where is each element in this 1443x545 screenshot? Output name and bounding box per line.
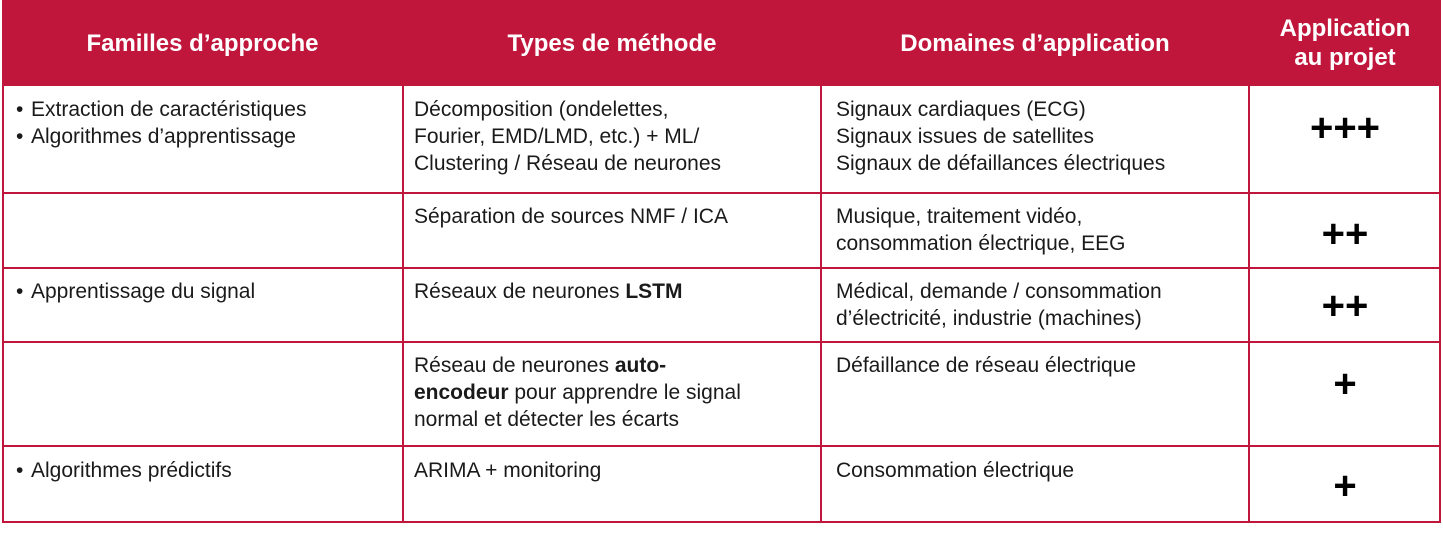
text-line: Signaux de défaillances électriques xyxy=(836,152,1166,175)
text-line: Signaux cardiaques (ECG) xyxy=(836,98,1086,121)
text-line: Signaux issues de satellites xyxy=(836,125,1094,148)
divider-col1 xyxy=(402,86,404,523)
text-fragment: Réseau de neurones xyxy=(414,354,615,377)
text-line: Musique, traitement vidéo, xyxy=(836,205,1083,228)
header-application-line1: Application xyxy=(1279,15,1411,42)
text-line: Clustering / Réseau de neurones xyxy=(414,152,722,175)
text-fragment: pour apprendre le signal xyxy=(508,381,741,404)
row5-methode: ARIMA + monitoring xyxy=(414,457,601,484)
text-line: Réseau de neurones auto- xyxy=(414,352,741,379)
bold-term: auto- xyxy=(614,354,667,377)
row5-familles: Algorithmes prédictifs xyxy=(16,457,232,484)
text-line: consommation électrique, EEG xyxy=(836,232,1126,255)
text-line: normal et détecter les écarts xyxy=(414,408,679,431)
header-application: Application au projet xyxy=(1249,0,1441,86)
border-bottom xyxy=(2,521,1441,523)
text-fragment: Réseaux de neurones xyxy=(414,280,626,303)
row1-methode: Décomposition (ondelettes, Fourier, EMD/… xyxy=(414,96,721,177)
row-divider-2 xyxy=(2,267,1441,269)
row4-methode: Réseau de neurones auto- encodeur pour a… xyxy=(414,352,741,433)
list-item: Apprentissage du signal xyxy=(16,278,255,305)
row3-familles: Apprentissage du signal xyxy=(16,278,255,305)
text-line: Fourier, EMD/LMD, etc.) + ML/ xyxy=(414,125,700,148)
text-line: Décomposition (ondelettes, xyxy=(414,98,669,121)
text-line: Réseaux de neurones LSTM xyxy=(414,278,682,305)
list-item: Algorithmes prédictifs xyxy=(16,457,232,484)
text-line: Médical, demande / consommation xyxy=(836,280,1162,303)
row1-domaines: Signaux cardiaques (ECG) Signaux issues … xyxy=(836,96,1165,177)
row5-rating: + xyxy=(1333,464,1357,508)
header-application-line2: au projet xyxy=(1294,44,1396,71)
row3-rating: ++ xyxy=(1321,284,1369,328)
row-divider-3 xyxy=(2,341,1441,343)
row3-methode: Réseaux de neurones LSTM xyxy=(414,278,682,305)
row1-rating: +++ xyxy=(1309,106,1381,150)
text-line: Séparation de sources NMF / ICA xyxy=(414,205,728,228)
text-line: encodeur pour apprendre le signal xyxy=(414,379,741,406)
header-familles: Familles d’approche xyxy=(86,29,319,57)
bold-term: encodeur xyxy=(414,381,509,404)
row4-domaines: Défaillance de réseau électrique xyxy=(836,352,1136,379)
text-line: Défaillance de réseau électrique xyxy=(836,354,1137,377)
text-line: d’électricité, industrie (machines) xyxy=(836,307,1142,330)
list-item: Algorithmes d’apprentissage xyxy=(16,123,306,150)
divider-col2 xyxy=(820,86,822,523)
text-line: ARIMA + monitoring xyxy=(414,459,602,482)
list-item: Extraction de caractéristiques xyxy=(16,96,306,123)
bold-term: LSTM xyxy=(625,280,683,303)
row2-domaines: Musique, traitement vidéo, consommation … xyxy=(836,203,1125,257)
header-methode: Types de méthode xyxy=(507,29,717,57)
row1-familles: Extraction de caractéristiques Algorithm… xyxy=(16,96,306,150)
border-left xyxy=(2,86,4,523)
header-domaines: Domaines d’application xyxy=(900,29,1170,57)
row5-domaines: Consommation électrique xyxy=(836,457,1074,484)
row2-rating: ++ xyxy=(1321,212,1369,256)
row2-methode: Séparation de sources NMF / ICA xyxy=(414,203,728,230)
row-divider-4 xyxy=(2,445,1441,447)
text-line: Consommation électrique xyxy=(836,459,1075,482)
table-header: Familles d’approche Types de méthode Dom… xyxy=(2,0,1441,86)
row4-rating: + xyxy=(1333,362,1357,406)
row-divider-1 xyxy=(2,192,1441,194)
row3-domaines: Médical, demande / consommation d’électr… xyxy=(836,278,1162,332)
